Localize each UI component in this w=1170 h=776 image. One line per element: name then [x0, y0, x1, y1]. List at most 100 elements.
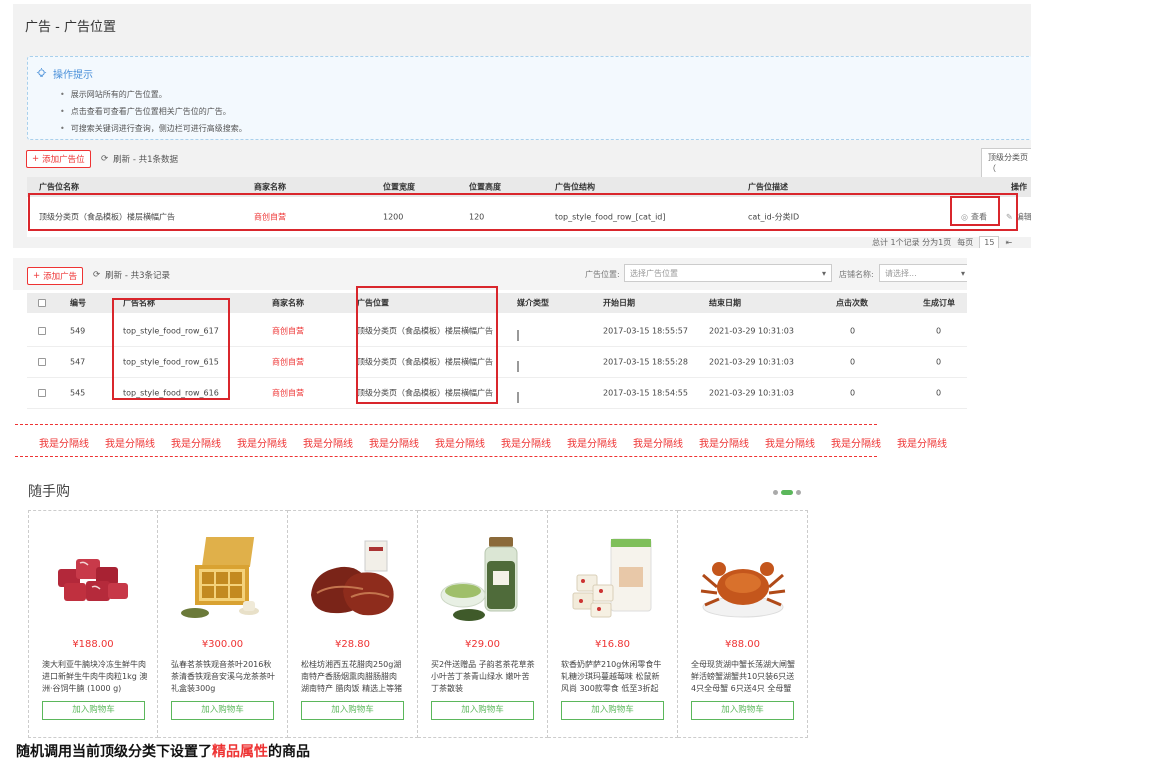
caption-prefix: 随机调用当前顶级分类下设置了: [16, 744, 212, 760]
shop-select[interactable]: 请选择... ▾: [879, 264, 967, 282]
refresh-button[interactable]: ⟳ 刷新 - 共3条记录: [93, 269, 170, 281]
carousel-dot[interactable]: [796, 490, 801, 495]
select-all-checkbox[interactable]: [38, 299, 46, 307]
add-to-cart-button[interactable]: 加入购物车: [301, 701, 404, 720]
add-ad-button[interactable]: + 添加广告: [27, 267, 84, 285]
product-card[interactable]: ¥28.80 松桂坊湘西五花腊肉250g湖南特产香肠烟熏肉腊肠腊肉 湖南特产 腊…: [288, 510, 418, 738]
row-checkbox[interactable]: [38, 327, 46, 335]
separator-label: 我是分隔线: [435, 439, 485, 450]
separator-label: 我是分隔线: [39, 439, 89, 450]
separator-label: 我是分隔线: [369, 439, 419, 450]
click-count: 0: [850, 357, 856, 367]
image-icon: [517, 392, 519, 403]
add-ad-position-button[interactable]: + 添加广告位: [26, 150, 91, 168]
product-card[interactable]: ¥88.00 全母现货湖中蟹长荡湖大闸蟹 鲜活螃蟹湖蟹共10只装6只送4只全母蟹…: [678, 510, 808, 738]
highlight-box-view: [950, 196, 1000, 226]
column-header: 广告位结构: [555, 182, 595, 192]
ad-id: 549: [70, 326, 86, 336]
carousel-dot[interactable]: [773, 490, 778, 495]
shop-select-placeholder: 请选择...: [885, 268, 917, 278]
add-to-cart-button[interactable]: 加入购物车: [691, 701, 794, 720]
product-name[interactable]: 弘春茗茶铁观音茶叶2016秋茶清香铁观音安溪乌龙茶茶叶礼盒装300g: [171, 659, 277, 695]
ad-id: 545: [70, 388, 86, 398]
position-select-placeholder: 选择广告位置: [630, 268, 678, 278]
add-to-cart-button[interactable]: 加入购物车: [171, 701, 274, 720]
order-count: 0: [936, 326, 942, 336]
pagination: 总计 1个记录 分为1页 每页 15 ⇤: [872, 236, 1012, 248]
column-header: 商家名称: [254, 182, 286, 192]
column-header: 广告位描述: [748, 182, 788, 192]
start-date: 2017-03-15 18:55:57: [603, 326, 688, 336]
beef-cubes-icon: [58, 559, 128, 601]
row-checkbox[interactable]: [38, 358, 46, 366]
column-header: 点击次数: [836, 298, 868, 308]
per-page-input[interactable]: 15: [979, 236, 1000, 248]
column-header: 位置宽度: [383, 182, 415, 192]
add-to-cart-button[interactable]: 加入购物车: [42, 701, 145, 720]
column-header: 编号: [70, 298, 86, 308]
section-title: 随手购: [28, 484, 70, 500]
separator-dashed-line-top: [15, 424, 877, 425]
column-header: 广告位名称: [39, 182, 79, 192]
image-icon: [517, 361, 519, 372]
highlight-box-ad-position: [356, 286, 498, 404]
refresh-button[interactable]: ⟳ 刷新 - 共1条数据: [101, 153, 178, 165]
product-price: ¥29.00: [465, 639, 500, 650]
product-name[interactable]: 全母现货湖中蟹长荡湖大闸蟹 鲜活螃蟹湖蟹共10只装6只送4只全母蟹 6只送4只 …: [691, 659, 797, 695]
product-card[interactable]: ¥300.00 弘春茗茶铁观音茶叶2016秋茶清香铁观音安溪乌龙茶茶叶礼盒装30…: [158, 510, 288, 738]
product-price: ¥188.00: [72, 639, 114, 650]
separator-label: 我是分隔线: [831, 439, 881, 450]
separator-label: 我是分隔线: [897, 439, 947, 450]
separator-labels: 我是分隔线 我是分隔线 我是分隔线 我是分隔线 我是分隔线 我是分隔线 我是分隔线 我是分隔线…: [39, 435, 947, 450]
caption-suffix: 的商品: [268, 744, 310, 760]
product-price: ¥16.80: [595, 639, 630, 650]
refresh-label: 刷新 - 共3条记录: [105, 271, 171, 281]
merchant-name: 商创自营: [272, 326, 304, 336]
add-to-cart-button[interactable]: 加入购物车: [561, 701, 664, 720]
separator-label: 我是分隔线: [105, 439, 155, 450]
category-dropdown-label: 顶级分类页（: [988, 153, 1028, 173]
click-count: 0: [850, 388, 856, 398]
column-header: 开始日期: [603, 298, 635, 308]
separator-label: 我是分隔线: [567, 439, 617, 450]
product-price: ¥28.80: [335, 639, 370, 650]
product-name[interactable]: 松桂坊湘西五花腊肉250g湖南特产香肠烟熏肉腊肠腊肉 湖南特产 腊肉饭 精选上等…: [301, 659, 407, 695]
product-price: ¥88.00: [725, 639, 760, 650]
carousel-dot-active[interactable]: [781, 490, 793, 495]
page-title: 广告 - 广告位置: [25, 20, 116, 35]
image-icon: [517, 330, 519, 341]
hairy-crab-icon: [700, 562, 786, 618]
carousel-dots: [773, 490, 801, 495]
start-date: 2017-03-15 18:55:28: [603, 357, 688, 367]
caption-text: 随机调用当前顶级分类下设置了精品属性的商品: [16, 741, 310, 761]
position-select[interactable]: 选择广告位置 ▾: [624, 264, 832, 282]
smoked-pork-icon: [311, 540, 394, 616]
order-count: 0: [936, 357, 942, 367]
row-checkbox[interactable]: [38, 389, 46, 397]
start-date: 2017-03-15 18:54:55: [603, 388, 688, 398]
product-name[interactable]: 澳大利亚牛腩块冷冻生鲜牛肉 进口新鲜生牛肉牛肉粒1kg 澳洲·谷饲牛腩 (100…: [42, 659, 148, 695]
end-date: 2021-03-29 10:31:03: [709, 388, 794, 398]
product-card[interactable]: ¥16.80 软香奶萨萨210g休闲零食牛轧糖沙琪玛蔓越莓味 松鼠新风尚 300…: [548, 510, 678, 738]
separator-label: 我是分隔线: [765, 439, 815, 450]
end-date: 2021-03-29 10:31:03: [709, 357, 794, 367]
plus-icon: +: [32, 154, 40, 164]
end-date: 2021-03-29 10:31:03: [709, 326, 794, 336]
add-to-cart-button[interactable]: 加入购物车: [431, 701, 534, 720]
caret-down-icon: ▾: [821, 268, 826, 278]
add-ad-position-label: 添加广告位: [42, 155, 85, 165]
merchant-name: 商创自营: [272, 388, 304, 398]
product-name[interactable]: 买2件送赠品 子韵茗茶花草茶 小叶苦丁茶青山绿水 嫩叶苦丁茶散装: [431, 659, 537, 695]
tea-gift-box-icon: [181, 537, 259, 618]
product-card[interactable]: ¥29.00 买2件送赠品 子韵茗茶花草茶 小叶苦丁茶青山绿水 嫩叶苦丁茶散装 …: [418, 510, 548, 738]
green-tea-jar-icon: [440, 537, 518, 621]
refresh-icon: ⟳: [101, 154, 109, 164]
first-page-icon[interactable]: ⇤: [1005, 238, 1012, 247]
tips-list: 展示网站所有的广告位置。 点击查看可查看广告位置相关广告位的广告。 可搜索关键词…: [60, 86, 247, 137]
category-dropdown[interactable]: 顶级分类页（: [981, 148, 1031, 178]
tips-box: 操作提示 展示网站所有的广告位置。 点击查看可查看广告位置相关广告位的广告。 可…: [27, 56, 1031, 140]
tip-item: 展示网站所有的广告位置。: [60, 86, 247, 103]
product-name[interactable]: 软香奶萨萨210g休闲零食牛轧糖沙琪玛蔓越莓味 松鼠新风尚 300款零食 低至3…: [561, 659, 667, 695]
product-card[interactable]: ¥188.00 澳大利亚牛腩块冷冻生鲜牛肉 进口新鲜生牛肉牛肉粒1kg 澳洲·谷…: [28, 510, 158, 738]
refresh-icon: ⟳: [93, 270, 101, 280]
